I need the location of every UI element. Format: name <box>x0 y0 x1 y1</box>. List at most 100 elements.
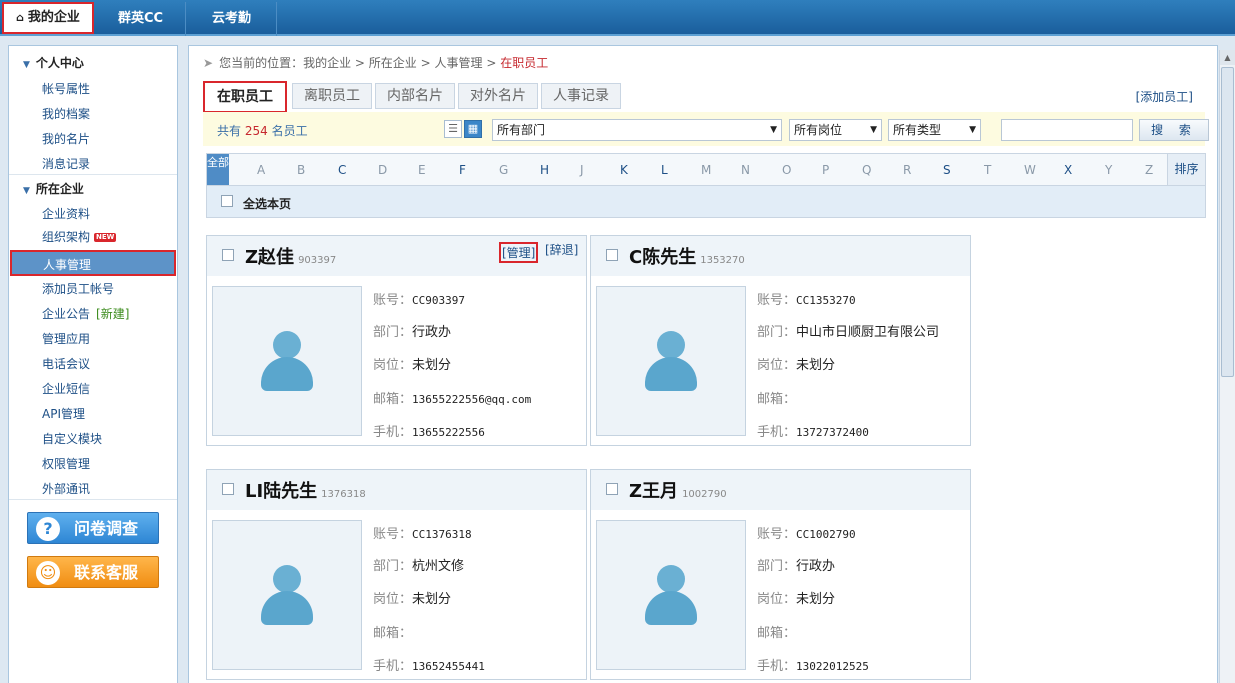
breadcrumb-company[interactable]: 所在企业 <box>369 56 417 70</box>
sidebar-item-api[interactable]: API管理 <box>42 405 85 422</box>
contact-service-button[interactable]: ☺ 联系客服 <box>27 556 159 588</box>
add-employee-link[interactable]: [添加员工] <box>1136 88 1193 105</box>
survey-button[interactable]: ? 问卷调查 <box>27 512 159 544</box>
sort-button[interactable]: 排序 <box>1167 154 1205 185</box>
alpha-letter-z[interactable]: Z <box>1145 163 1153 177</box>
position-select[interactable]: 所有岗位 ▼ <box>789 119 882 141</box>
tab-active-employees[interactable]: 在职员工 <box>203 81 287 113</box>
dismiss-link[interactable]: [辞退] <box>545 241 578 258</box>
employee-phone: 手机：13652455441 <box>373 659 485 674</box>
select-all-checkbox[interactable] <box>221 195 233 207</box>
alpha-all[interactable]: 全部 <box>207 154 229 185</box>
employee-checkbox[interactable] <box>606 249 618 261</box>
avatar-icon <box>657 565 685 593</box>
alpha-letter-e[interactable]: E <box>418 163 426 177</box>
alpha-letter-o[interactable]: O <box>782 163 791 177</box>
topnav-my-company[interactable]: ⌂ 我的企业 <box>2 2 94 34</box>
employee-email: 邮箱： <box>757 392 797 407</box>
alpha-letter-q[interactable]: Q <box>862 163 871 177</box>
employee-department: 部门：杭州文修 <box>373 559 465 574</box>
employee-name[interactable]: LI陆先生 1376318 <box>245 477 366 503</box>
sidebar-item-manage-apps[interactable]: 管理应用 <box>42 330 90 347</box>
avatar-icon <box>657 331 685 359</box>
employee-name[interactable]: C陈先生 1353270 <box>629 243 745 269</box>
alpha-letter-n[interactable]: N <box>741 163 750 177</box>
topnav-cloud-attendance[interactable]: 云考勤 <box>187 2 277 36</box>
employee-card: Z赵佳 903397 [管理] [辞退] 账号：CC903397 部门：行政办 岗… <box>206 235 587 446</box>
sidebar-item-permissions[interactable]: 权限管理 <box>42 455 90 472</box>
sidebar-item-add-employee-account[interactable]: 添加员工帐号 <box>42 280 114 297</box>
avatar-icon <box>273 331 301 359</box>
question-icon: ? <box>36 517 60 541</box>
alpha-letter-a[interactable]: A <box>257 163 265 177</box>
grid-view-icon[interactable]: ▦ <box>464 120 482 138</box>
sidebar-item-company-info[interactable]: 企业资料 <box>42 205 90 222</box>
sidebar-item-org-chart[interactable]: 组织架构 NEW <box>42 228 117 245</box>
alpha-letter-s[interactable]: S <box>943 163 951 177</box>
alpha-letter-l[interactable]: L <box>661 163 668 177</box>
page-scrollbar[interactable]: ▲ <box>1219 50 1235 683</box>
sidebar-item-announcements[interactable]: 企业公告 [新建] <box>42 305 129 322</box>
employee-position: 岗位：未划分 <box>373 592 452 607</box>
employee-photo-placeholder <box>212 520 362 670</box>
alpha-letter-d[interactable]: D <box>378 163 387 177</box>
alpha-letter-j[interactable]: J <box>580 163 584 177</box>
alpha-letter-w[interactable]: W <box>1024 163 1036 177</box>
scroll-up-icon[interactable]: ▲ <box>1220 50 1235 65</box>
sidebar-item-messages[interactable]: 消息记录 <box>42 155 90 172</box>
alpha-letter-x[interactable]: X <box>1064 163 1072 177</box>
announcement-new-link[interactable]: [新建] <box>96 307 129 321</box>
tab-resigned-employees[interactable]: 离职员工 <box>292 83 372 109</box>
employee-checkbox[interactable] <box>222 249 234 261</box>
employee-position: 岗位：未划分 <box>757 358 836 373</box>
alpha-letter-g[interactable]: G <box>499 163 508 177</box>
sidebar-item-hr-management[interactable]: 人事管理 <box>10 250 176 276</box>
collapse-triangle-icon: ▼ <box>23 60 30 70</box>
alpha-letter-t[interactable]: T <box>984 163 991 177</box>
alpha-letter-p[interactable]: P <box>822 163 829 177</box>
tab-external-cards[interactable]: 对外名片 <box>458 83 538 109</box>
employee-name[interactable]: Z王月 1002790 <box>629 477 727 503</box>
alpha-letter-f[interactable]: F <box>459 163 466 177</box>
employee-checkbox[interactable] <box>606 483 618 495</box>
search-input[interactable] <box>1001 119 1133 141</box>
type-select[interactable]: 所有类型 ▼ <box>888 119 981 141</box>
breadcrumb-my-company[interactable]: 我的企业 <box>303 56 351 70</box>
alpha-letter-r[interactable]: R <box>903 163 911 177</box>
sidebar-item-sms[interactable]: 企业短信 <box>42 380 90 397</box>
sidebar-heading-company[interactable]: ▼ 所在企业 <box>23 180 84 197</box>
manage-link[interactable]: [管理] <box>499 242 539 263</box>
department-select[interactable]: 所有部门 ▼ <box>492 119 782 141</box>
employee-checkbox[interactable] <box>222 483 234 495</box>
sidebar-item-my-profile[interactable]: 我的档案 <box>42 105 90 122</box>
topnav-qunying-cc[interactable]: 群英CC <box>96 2 186 36</box>
employee-card: C陈先生 1353270 账号：CC1353270 部门：中山市日顺厨卫有限公司 … <box>590 235 971 446</box>
sidebar-item-custom-module[interactable]: 自定义模块 <box>42 430 102 447</box>
avatar-icon <box>273 565 301 593</box>
employee-id: 903397 <box>298 255 337 266</box>
alpha-letter-c[interactable]: C <box>338 163 346 177</box>
alpha-letter-k[interactable]: K <box>620 163 628 177</box>
breadcrumb-hr[interactable]: 人事管理 <box>434 56 482 70</box>
alpha-letter-m[interactable]: M <box>701 163 711 177</box>
list-view-icon[interactable]: ☰ <box>444 120 462 138</box>
tab-internal-cards[interactable]: 内部名片 <box>375 83 455 109</box>
search-button[interactable]: 搜 索 <box>1139 119 1209 141</box>
select-all-row: 全选本页 <box>206 186 1206 218</box>
alpha-letter-y[interactable]: Y <box>1105 163 1112 177</box>
employee-name[interactable]: Z赵佳 903397 <box>245 243 336 269</box>
employee-phone: 手机：13022012525 <box>757 659 869 674</box>
sidebar-item-conference-call[interactable]: 电话会议 <box>42 355 90 372</box>
sidebar-item-account-props[interactable]: 帐号属性 <box>42 80 90 97</box>
sidebar-item-external-comm[interactable]: 外部通讯 <box>42 480 90 497</box>
alpha-letter-h[interactable]: H <box>540 163 549 177</box>
sidebar-item-my-card[interactable]: 我的名片 <box>42 130 90 147</box>
scrollbar-thumb[interactable] <box>1221 67 1234 377</box>
tab-hr-records[interactable]: 人事记录 <box>541 83 621 109</box>
sidebar-heading-personal[interactable]: ▼ 个人中心 <box>23 54 84 71</box>
breadcrumb-current: 在职员工 <box>500 56 549 70</box>
employee-account: 账号：CC903397 <box>373 293 465 308</box>
alpha-letter-b[interactable]: B <box>297 163 305 177</box>
collapse-triangle-icon: ▼ <box>23 186 30 196</box>
sidebar-divider <box>9 499 177 500</box>
